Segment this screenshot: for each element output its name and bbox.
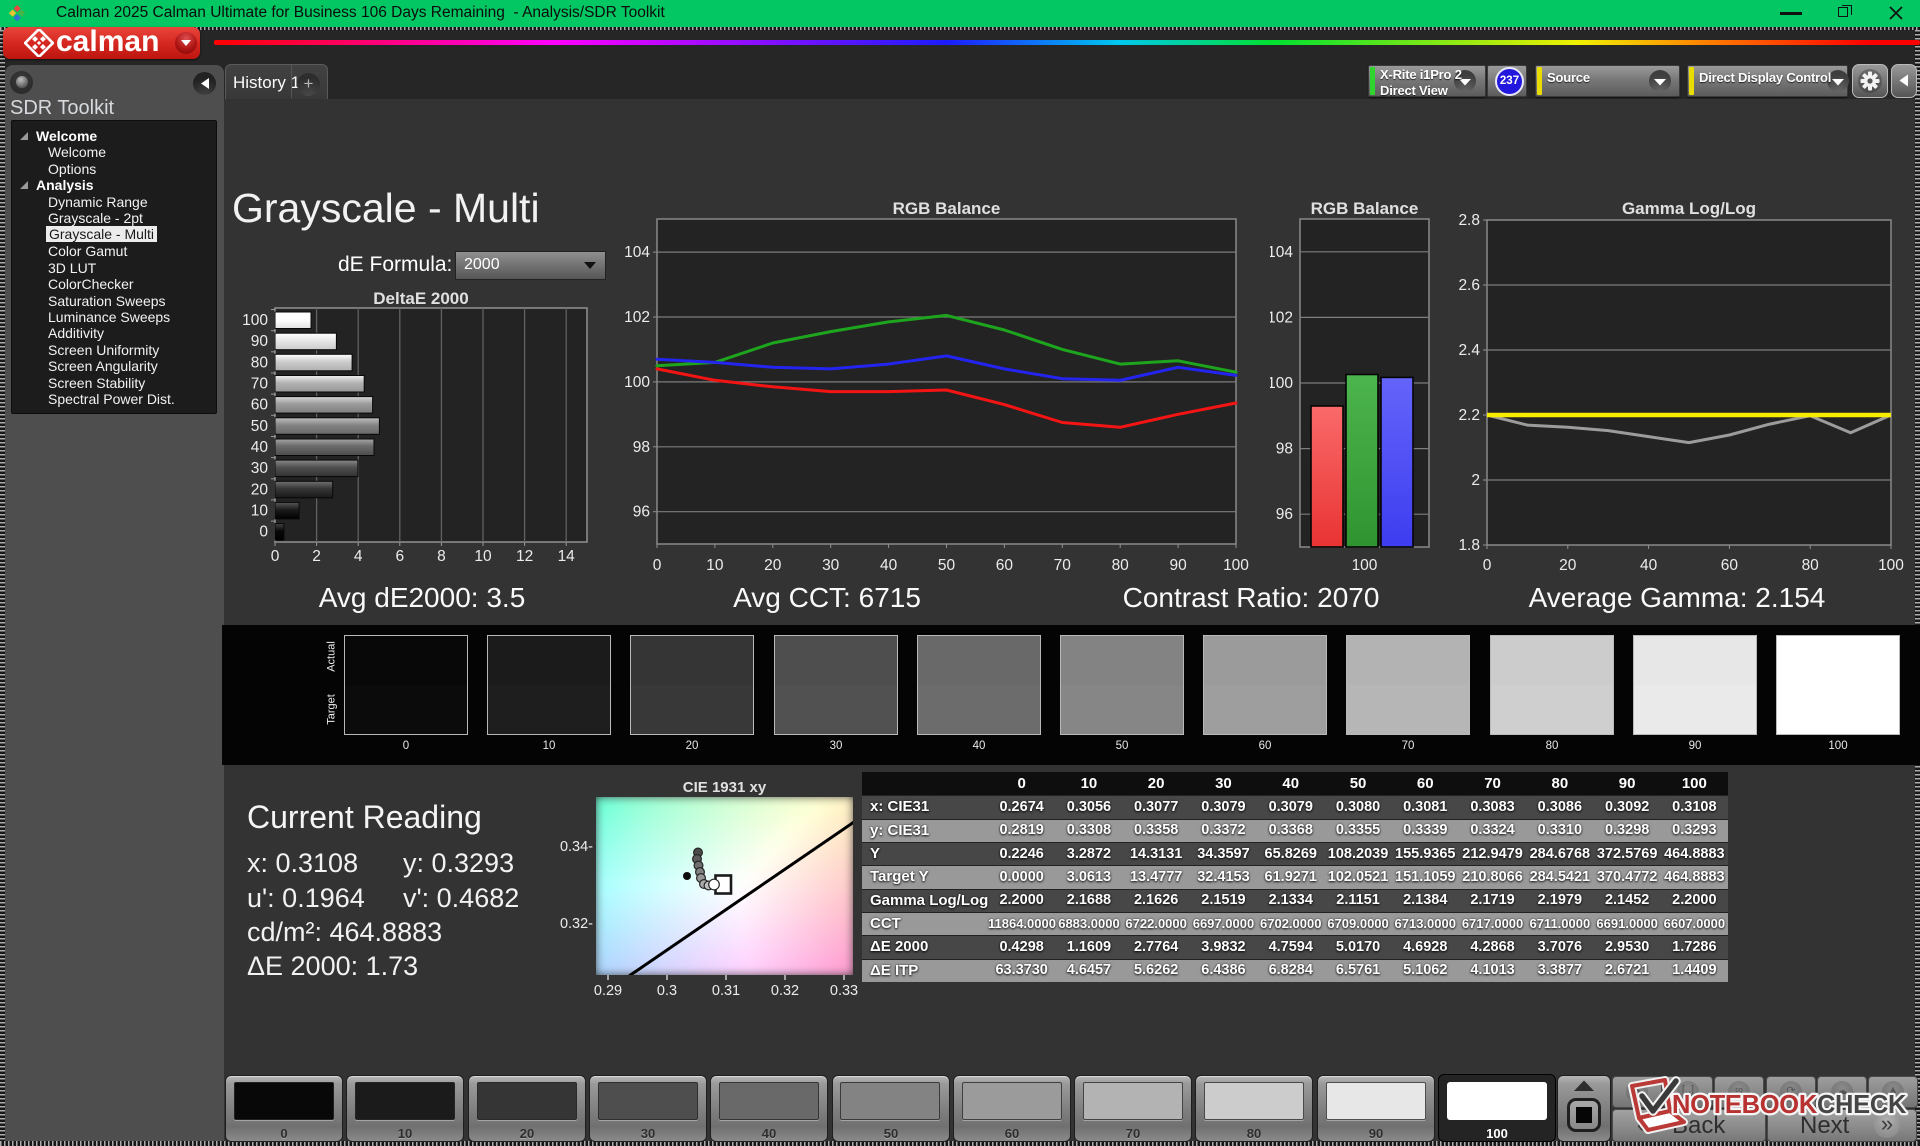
svg-text:100: 100 xyxy=(1878,557,1904,574)
svg-text:2: 2 xyxy=(1471,472,1480,489)
svg-text:RGB Balance: RGB Balance xyxy=(1311,199,1419,218)
svg-text:1.8: 1.8 xyxy=(1458,537,1480,554)
svg-text:2.2: 2.2 xyxy=(1458,407,1480,424)
svg-text:60: 60 xyxy=(1721,557,1739,574)
svg-text:102: 102 xyxy=(624,309,650,326)
svg-text:96: 96 xyxy=(633,504,650,521)
svg-text:2.8: 2.8 xyxy=(1458,212,1480,229)
svg-text:90: 90 xyxy=(251,333,269,350)
svg-text:30: 30 xyxy=(822,557,840,574)
svg-text:12: 12 xyxy=(516,548,533,565)
svg-text:50: 50 xyxy=(938,557,956,574)
svg-text:98: 98 xyxy=(1276,441,1293,458)
svg-text:100: 100 xyxy=(1223,557,1249,574)
svg-text:8: 8 xyxy=(437,548,446,565)
svg-text:104: 104 xyxy=(624,244,650,261)
svg-text:70: 70 xyxy=(1054,557,1072,574)
svg-text:104: 104 xyxy=(1270,244,1293,261)
svg-text:0.31: 0.31 xyxy=(712,983,740,999)
svg-text:40: 40 xyxy=(880,557,898,574)
svg-text:40: 40 xyxy=(251,439,269,456)
svg-text:0.3: 0.3 xyxy=(657,983,677,999)
svg-text:6: 6 xyxy=(395,548,404,565)
svg-text:100: 100 xyxy=(1270,375,1293,392)
svg-text:100: 100 xyxy=(242,312,268,329)
svg-text:90: 90 xyxy=(1169,557,1187,574)
svg-text:20: 20 xyxy=(764,557,782,574)
svg-text:20: 20 xyxy=(251,481,269,498)
svg-text:0.32: 0.32 xyxy=(771,983,799,999)
svg-text:14: 14 xyxy=(558,548,576,565)
svg-text:CIE 1931 xy: CIE 1931 xy xyxy=(683,780,767,796)
svg-text:2: 2 xyxy=(312,548,321,565)
svg-text:80: 80 xyxy=(1802,557,1820,574)
svg-text:0: 0 xyxy=(653,557,662,574)
svg-text:0.34-: 0.34- xyxy=(560,839,593,855)
svg-text:10: 10 xyxy=(474,548,492,565)
svg-text:20: 20 xyxy=(1559,557,1577,574)
svg-text:100: 100 xyxy=(624,374,650,391)
svg-text:40: 40 xyxy=(1640,557,1658,574)
svg-text:0.32-: 0.32- xyxy=(560,916,593,932)
svg-text:70: 70 xyxy=(251,376,269,393)
svg-text:NOTEBOOKCHECK: NOTEBOOKCHECK xyxy=(1672,1091,1907,1119)
svg-text:102: 102 xyxy=(1270,309,1293,326)
svg-text:100: 100 xyxy=(1352,557,1378,574)
svg-text:60: 60 xyxy=(996,557,1014,574)
svg-text:4: 4 xyxy=(354,548,363,565)
svg-text:2.6: 2.6 xyxy=(1458,277,1480,294)
svg-text:0.29: 0.29 xyxy=(594,983,622,999)
svg-text:2.4: 2.4 xyxy=(1458,342,1480,359)
svg-text:RGB Balance: RGB Balance xyxy=(893,199,1001,218)
svg-text:0.33: 0.33 xyxy=(830,983,858,999)
svg-text:98: 98 xyxy=(633,439,650,456)
svg-text:DeltaE 2000: DeltaE 2000 xyxy=(373,289,468,308)
svg-text:96: 96 xyxy=(1276,506,1293,523)
svg-text:0: 0 xyxy=(271,548,280,565)
svg-text:50: 50 xyxy=(251,418,269,435)
svg-text:0: 0 xyxy=(259,524,268,541)
svg-text:60: 60 xyxy=(251,397,269,414)
svg-text:30: 30 xyxy=(251,460,269,477)
svg-text:10: 10 xyxy=(251,502,269,519)
svg-text:10: 10 xyxy=(706,557,724,574)
svg-text:0: 0 xyxy=(1483,557,1492,574)
svg-text:80: 80 xyxy=(1112,557,1130,574)
svg-text:Gamma Log/Log: Gamma Log/Log xyxy=(1622,199,1756,218)
svg-text:80: 80 xyxy=(251,354,269,371)
